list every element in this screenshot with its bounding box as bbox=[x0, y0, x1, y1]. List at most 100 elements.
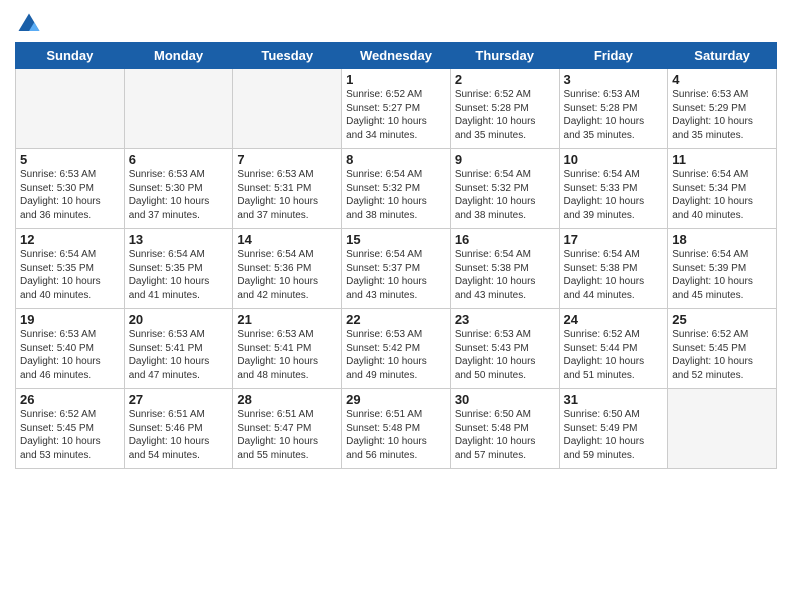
day-info: Sunrise: 6:52 AMSunset: 5:44 PMDaylight:… bbox=[564, 328, 664, 382]
day-info: Sunrise: 6:53 AMSunset: 5:42 PMDaylight:… bbox=[346, 328, 446, 382]
day-info: Sunrise: 6:54 AMSunset: 5:39 PMDaylight:… bbox=[672, 248, 772, 302]
day-number: 4 bbox=[672, 72, 772, 87]
day-cell: 3Sunrise: 6:53 AMSunset: 5:28 PMDaylight… bbox=[559, 69, 668, 149]
day-info: Sunrise: 6:53 AMSunset: 5:28 PMDaylight:… bbox=[564, 88, 664, 142]
day-number: 12 bbox=[20, 232, 120, 247]
day-info: Sunrise: 6:54 AMSunset: 5:38 PMDaylight:… bbox=[564, 248, 664, 302]
day-number: 14 bbox=[237, 232, 337, 247]
day-cell: 24Sunrise: 6:52 AMSunset: 5:44 PMDayligh… bbox=[559, 309, 668, 389]
day-info: Sunrise: 6:53 AMSunset: 5:40 PMDaylight:… bbox=[20, 328, 120, 382]
day-info: Sunrise: 6:54 AMSunset: 5:35 PMDaylight:… bbox=[129, 248, 229, 302]
day-cell: 20Sunrise: 6:53 AMSunset: 5:41 PMDayligh… bbox=[124, 309, 233, 389]
day-cell bbox=[124, 69, 233, 149]
day-number: 20 bbox=[129, 312, 229, 327]
day-cell: 10Sunrise: 6:54 AMSunset: 5:33 PMDayligh… bbox=[559, 149, 668, 229]
day-number: 16 bbox=[455, 232, 555, 247]
day-cell: 23Sunrise: 6:53 AMSunset: 5:43 PMDayligh… bbox=[450, 309, 559, 389]
day-info: Sunrise: 6:54 AMSunset: 5:32 PMDaylight:… bbox=[346, 168, 446, 222]
day-number: 28 bbox=[237, 392, 337, 407]
day-cell: 29Sunrise: 6:51 AMSunset: 5:48 PMDayligh… bbox=[342, 389, 451, 469]
day-info: Sunrise: 6:53 AMSunset: 5:41 PMDaylight:… bbox=[237, 328, 337, 382]
day-cell: 2Sunrise: 6:52 AMSunset: 5:28 PMDaylight… bbox=[450, 69, 559, 149]
day-cell: 14Sunrise: 6:54 AMSunset: 5:36 PMDayligh… bbox=[233, 229, 342, 309]
day-header-saturday: Saturday bbox=[668, 43, 777, 69]
week-row-5: 26Sunrise: 6:52 AMSunset: 5:45 PMDayligh… bbox=[16, 389, 777, 469]
day-cell: 11Sunrise: 6:54 AMSunset: 5:34 PMDayligh… bbox=[668, 149, 777, 229]
day-number: 22 bbox=[346, 312, 446, 327]
day-number: 15 bbox=[346, 232, 446, 247]
day-cell: 7Sunrise: 6:53 AMSunset: 5:31 PMDaylight… bbox=[233, 149, 342, 229]
day-cell bbox=[233, 69, 342, 149]
week-row-4: 19Sunrise: 6:53 AMSunset: 5:40 PMDayligh… bbox=[16, 309, 777, 389]
day-cell: 17Sunrise: 6:54 AMSunset: 5:38 PMDayligh… bbox=[559, 229, 668, 309]
day-cell: 22Sunrise: 6:53 AMSunset: 5:42 PMDayligh… bbox=[342, 309, 451, 389]
day-number: 24 bbox=[564, 312, 664, 327]
day-number: 2 bbox=[455, 72, 555, 87]
day-cell: 18Sunrise: 6:54 AMSunset: 5:39 PMDayligh… bbox=[668, 229, 777, 309]
day-cell: 30Sunrise: 6:50 AMSunset: 5:48 PMDayligh… bbox=[450, 389, 559, 469]
day-number: 30 bbox=[455, 392, 555, 407]
day-number: 21 bbox=[237, 312, 337, 327]
day-number: 19 bbox=[20, 312, 120, 327]
day-number: 8 bbox=[346, 152, 446, 167]
day-cell: 15Sunrise: 6:54 AMSunset: 5:37 PMDayligh… bbox=[342, 229, 451, 309]
day-info: Sunrise: 6:54 AMSunset: 5:37 PMDaylight:… bbox=[346, 248, 446, 302]
day-cell: 4Sunrise: 6:53 AMSunset: 5:29 PMDaylight… bbox=[668, 69, 777, 149]
day-cell bbox=[16, 69, 125, 149]
day-number: 23 bbox=[455, 312, 555, 327]
day-info: Sunrise: 6:54 AMSunset: 5:38 PMDaylight:… bbox=[455, 248, 555, 302]
day-number: 3 bbox=[564, 72, 664, 87]
day-number: 17 bbox=[564, 232, 664, 247]
day-header-tuesday: Tuesday bbox=[233, 43, 342, 69]
day-cell: 1Sunrise: 6:52 AMSunset: 5:27 PMDaylight… bbox=[342, 69, 451, 149]
logo-icon bbox=[15, 10, 43, 38]
day-cell: 5Sunrise: 6:53 AMSunset: 5:30 PMDaylight… bbox=[16, 149, 125, 229]
day-number: 27 bbox=[129, 392, 229, 407]
day-info: Sunrise: 6:52 AMSunset: 5:28 PMDaylight:… bbox=[455, 88, 555, 142]
day-cell: 21Sunrise: 6:53 AMSunset: 5:41 PMDayligh… bbox=[233, 309, 342, 389]
page: SundayMondayTuesdayWednesdayThursdayFrid… bbox=[0, 0, 792, 612]
day-number: 5 bbox=[20, 152, 120, 167]
day-number: 31 bbox=[564, 392, 664, 407]
day-header-monday: Monday bbox=[124, 43, 233, 69]
day-cell: 26Sunrise: 6:52 AMSunset: 5:45 PMDayligh… bbox=[16, 389, 125, 469]
day-info: Sunrise: 6:53 AMSunset: 5:30 PMDaylight:… bbox=[129, 168, 229, 222]
day-header-friday: Friday bbox=[559, 43, 668, 69]
day-info: Sunrise: 6:51 AMSunset: 5:47 PMDaylight:… bbox=[237, 408, 337, 462]
day-number: 10 bbox=[564, 152, 664, 167]
day-cell: 13Sunrise: 6:54 AMSunset: 5:35 PMDayligh… bbox=[124, 229, 233, 309]
day-cell: 27Sunrise: 6:51 AMSunset: 5:46 PMDayligh… bbox=[124, 389, 233, 469]
day-cell: 25Sunrise: 6:52 AMSunset: 5:45 PMDayligh… bbox=[668, 309, 777, 389]
day-number: 26 bbox=[20, 392, 120, 407]
day-info: Sunrise: 6:53 AMSunset: 5:43 PMDaylight:… bbox=[455, 328, 555, 382]
day-number: 7 bbox=[237, 152, 337, 167]
day-cell: 6Sunrise: 6:53 AMSunset: 5:30 PMDaylight… bbox=[124, 149, 233, 229]
week-row-3: 12Sunrise: 6:54 AMSunset: 5:35 PMDayligh… bbox=[16, 229, 777, 309]
logo bbox=[15, 10, 47, 38]
day-info: Sunrise: 6:50 AMSunset: 5:48 PMDaylight:… bbox=[455, 408, 555, 462]
day-number: 1 bbox=[346, 72, 446, 87]
day-number: 18 bbox=[672, 232, 772, 247]
day-cell: 28Sunrise: 6:51 AMSunset: 5:47 PMDayligh… bbox=[233, 389, 342, 469]
day-cell: 9Sunrise: 6:54 AMSunset: 5:32 PMDaylight… bbox=[450, 149, 559, 229]
week-row-1: 1Sunrise: 6:52 AMSunset: 5:27 PMDaylight… bbox=[16, 69, 777, 149]
day-cell: 31Sunrise: 6:50 AMSunset: 5:49 PMDayligh… bbox=[559, 389, 668, 469]
day-header-wednesday: Wednesday bbox=[342, 43, 451, 69]
day-header-thursday: Thursday bbox=[450, 43, 559, 69]
day-info: Sunrise: 6:54 AMSunset: 5:35 PMDaylight:… bbox=[20, 248, 120, 302]
day-cell bbox=[668, 389, 777, 469]
day-number: 9 bbox=[455, 152, 555, 167]
day-number: 6 bbox=[129, 152, 229, 167]
day-info: Sunrise: 6:53 AMSunset: 5:41 PMDaylight:… bbox=[129, 328, 229, 382]
day-cell: 16Sunrise: 6:54 AMSunset: 5:38 PMDayligh… bbox=[450, 229, 559, 309]
day-number: 25 bbox=[672, 312, 772, 327]
day-info: Sunrise: 6:54 AMSunset: 5:36 PMDaylight:… bbox=[237, 248, 337, 302]
day-info: Sunrise: 6:52 AMSunset: 5:45 PMDaylight:… bbox=[672, 328, 772, 382]
day-info: Sunrise: 6:52 AMSunset: 5:27 PMDaylight:… bbox=[346, 88, 446, 142]
day-info: Sunrise: 6:51 AMSunset: 5:48 PMDaylight:… bbox=[346, 408, 446, 462]
day-cell: 8Sunrise: 6:54 AMSunset: 5:32 PMDaylight… bbox=[342, 149, 451, 229]
day-info: Sunrise: 6:51 AMSunset: 5:46 PMDaylight:… bbox=[129, 408, 229, 462]
calendar-table: SundayMondayTuesdayWednesdayThursdayFrid… bbox=[15, 42, 777, 469]
day-info: Sunrise: 6:53 AMSunset: 5:30 PMDaylight:… bbox=[20, 168, 120, 222]
day-number: 29 bbox=[346, 392, 446, 407]
